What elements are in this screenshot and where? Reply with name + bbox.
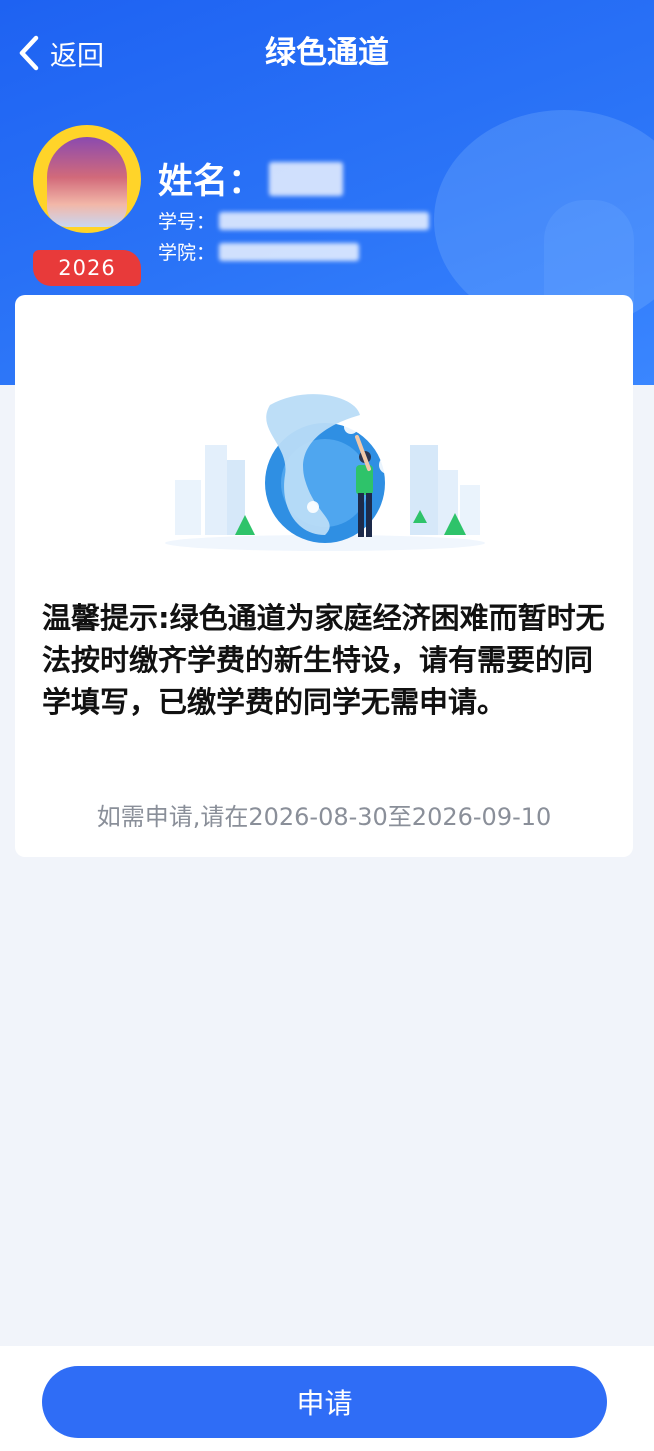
student-id-row: 学号：	[158, 207, 430, 234]
name-value-redacted	[269, 161, 344, 196]
application-period: 如需申请,请在2026-08-30至2026-09-10	[96, 803, 552, 831]
nav-bar: 返回 绿色通道	[0, 0, 654, 106]
avatar	[33, 125, 141, 233]
student-id-value-redacted	[219, 211, 430, 230]
notice-card: 温馨提示:绿色通道为家庭经济困难而暂时无法按时缴齐学费的新生特设，请有需要的同学…	[15, 295, 633, 857]
college-label: 学院：	[158, 242, 216, 264]
avatar-image	[47, 137, 127, 227]
profile-section: 2026 姓名： 学号： 学院：	[0, 120, 654, 300]
name-label: 姓名：	[158, 162, 264, 202]
notice-text: 温馨提示:绿色通道为家庭经济困难而暂时无法按时缴齐学费的新生特设，请有需要的同学…	[42, 601, 605, 719]
bottom-bar: 申请	[0, 1346, 654, 1451]
city-person-illustration	[155, 385, 495, 565]
college-value-redacted	[219, 242, 360, 261]
student-id-label: 学号：	[158, 211, 216, 233]
college-row: 学院：	[158, 238, 360, 265]
apply-button[interactable]: 申请	[42, 1366, 607, 1438]
name-row: 姓名：	[158, 153, 344, 204]
page-title: 绿色通道	[265, 35, 389, 71]
year-badge: 2026	[33, 250, 141, 286]
